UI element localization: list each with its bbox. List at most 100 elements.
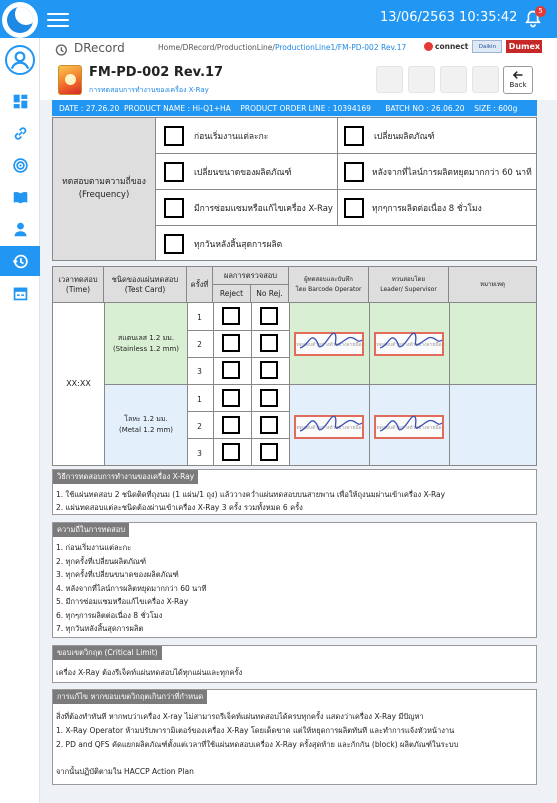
- page-subtitle: การทดสอบการทำงานของเครื่อง X-Ray: [89, 86, 209, 94]
- top-bar: 13/06/2563 10:35:42 5: [0, 0, 557, 38]
- frequency-option: ทุกวันหลังสิ้นสุดการผลิต: [194, 240, 283, 250]
- frequency-checkbox[interactable]: [164, 234, 184, 254]
- frequency-label: ทดสอบตามความถี่ของ (Frequency): [53, 118, 156, 260]
- results-table: เวลาทดสอบ (Time) ชนิดของแผ่นทดสอบ (Test Ca…: [52, 266, 537, 466]
- calendar-icon[interactable]: [0, 278, 40, 308]
- frequency-detail-section: ความถี่ในการทดสอบ 1. ก่อนเริ่มงานแต่ละกะ…: [52, 522, 537, 638]
- method-line: 2. แผ่นทดสอบแต่ละชนิดต้องผ่านเข้าเครื่อง…: [56, 503, 303, 512]
- reviewer-signature: ทดสอบตัวอย่างตัวอย่างลายมือ: [374, 332, 444, 356]
- hamburger-icon[interactable]: [47, 9, 69, 29]
- link-icon[interactable]: [0, 118, 40, 148]
- back-label: Back: [509, 81, 527, 89]
- reject-checkbox[interactable]: [222, 389, 240, 407]
- test-card-metal: โลหะ 1.2 มม. (Metal 1.2 mm): [118, 415, 173, 434]
- page-header: DRecord Home/DRecord/ProductionLine/Prod…: [40, 38, 557, 100]
- target-icon[interactable]: [0, 150, 40, 180]
- remark-header: หมายเหตุ: [449, 267, 536, 302]
- user-icon[interactable]: [0, 214, 40, 244]
- edit-button[interactable]: [408, 66, 435, 93]
- partner-logos: connect Daikin Dumex: [424, 40, 543, 53]
- reject-checkbox[interactable]: [222, 443, 240, 461]
- avatar[interactable]: [5, 45, 35, 75]
- frequency-checkbox[interactable]: [164, 161, 184, 182]
- frequency-row: มีการซ่อมแซมหรือแก้ไขเครื่อง X-Ray ทุกๆก…: [156, 190, 536, 226]
- frequency-detail-line: 1. ก่อนเริ่มงานแต่ละกะ: [56, 543, 132, 552]
- reject-checkbox[interactable]: [222, 361, 240, 379]
- reject-checkbox[interactable]: [222, 307, 240, 325]
- reject-checkbox[interactable]: [222, 334, 240, 352]
- order-line-label: PRODUCT ORDER LINE :: [240, 103, 331, 113]
- frequency-detail-line: 2. ทุกครั้งที่เปลี่ยนผลิตภัณฑ์: [56, 557, 147, 566]
- batch-label: BATCH NO :: [385, 103, 429, 113]
- frequency-detail-line: 4. หลังจากที่ไลน์การผลิตหยุดมากกว่า 60 น…: [56, 584, 207, 593]
- correction-title: การแก้ไข หากขอบเขตวิกฤตเกินกว่าที่กำหนด: [53, 690, 208, 704]
- info-bar: DATE : 27.26.20 PRODUCT NAME : Hi-Q1+HA …: [52, 100, 537, 116]
- size-value: 600g: [498, 103, 518, 113]
- breadcrumb: Home/DRecord/ProductionLine/ProductionLi…: [158, 43, 406, 52]
- sidebar: [0, 38, 40, 803]
- frequency-option: เปลี่ยนขนาดของผลิตภัณฑ์: [194, 167, 292, 178]
- round-number: 3: [197, 449, 202, 458]
- no-reject-checkbox[interactable]: [260, 361, 278, 379]
- connect-logo: connect: [424, 42, 468, 51]
- frequency-option: เปลี่ยนผลิตภัณฑ์: [374, 131, 435, 142]
- no-reject-checkbox[interactable]: [260, 443, 278, 461]
- frequency-option: ทุกๆการผลิตต่อเนื่อง 8 ชั่วโมง: [372, 203, 482, 214]
- frequency-detail-title: ความถี่ในการทดสอบ: [53, 523, 130, 537]
- back-arrow-icon: [512, 71, 523, 79]
- date-value: 27.26.20: [85, 103, 120, 113]
- frequency-row: เปลี่ยนขนาดของผลิตภัณฑ์ หลังจากที่ไลน์กา…: [156, 154, 536, 190]
- no-reject-checkbox[interactable]: [260, 334, 278, 352]
- frequency-row: ก่อนเริ่มงานแต่ละกะ เปลี่ยนผลิตภัณฑ์: [156, 118, 536, 154]
- frequency-checkbox[interactable]: [164, 197, 184, 218]
- round-number: 3: [197, 367, 202, 376]
- frequency-row: ทุกวันหลังสิ้นสุดการผลิต: [156, 226, 536, 262]
- correction-line: จากนั้นปฏิบัติตามใน HACCP Action Plan: [56, 767, 194, 776]
- no-reject-checkbox[interactable]: [260, 416, 278, 434]
- critical-limit-title: ขอบเขตวิกฤต (Critical Limit): [53, 646, 162, 660]
- frequency-block: ทดสอบตามความถี่ของ (Frequency) ก่อนเริ่มง…: [52, 117, 537, 261]
- correction-line: 2. PD and QFS คัดแยกผลิตภัณฑ์ตั้งแต่เวลา…: [56, 740, 459, 749]
- batch-value: 26.06.20: [431, 103, 465, 113]
- app-logo-icon[interactable]: [2, 2, 38, 38]
- size-label: SIZE :: [474, 103, 496, 113]
- notification-badge: 5: [535, 6, 546, 17]
- no-reject-checkbox[interactable]: [260, 307, 278, 325]
- round-number: 2: [197, 340, 202, 349]
- correction-section: การแก้ไข หากขอบเขตวิกฤตเกินกว่าที่กำหนด …: [52, 689, 537, 785]
- frequency-checkbox[interactable]: [344, 125, 364, 146]
- page-title: FM-PD-002 Rev.17: [89, 65, 224, 80]
- frequency-detail-line: 7. ทุกวันหลังสิ้นสุดการผลิต: [56, 624, 144, 633]
- history-nav-icon[interactable]: [0, 246, 40, 276]
- round-header: ครั้งที่: [187, 267, 213, 302]
- frequency-checkbox[interactable]: [164, 125, 184, 146]
- history-icon: [55, 44, 67, 56]
- dashboard-icon[interactable]: [0, 86, 40, 116]
- date-label: DATE :: [59, 103, 84, 113]
- test-card-stainless: สแตนเลส 1.2 มม. (Stainless 1.2 mm): [112, 334, 180, 353]
- frequency-option: มีการซ่อมแซมหรือแก้ไขเครื่อง X-Ray: [194, 203, 333, 214]
- frequency-label-th: ทดสอบตามความถี่ของ: [62, 177, 146, 187]
- frequency-option: หลังจากที่ไลน์การผลิตหยุดมากกว่า 60 นาที: [372, 167, 532, 178]
- frequency-option: ก่อนเริ่มงานแต่ละกะ: [194, 131, 269, 142]
- frequency-checkbox[interactable]: [344, 161, 364, 182]
- reject-checkbox[interactable]: [222, 416, 240, 434]
- operator-signature: ทดสอบตัวอย่างตัวอย่างลายมือ: [294, 415, 364, 439]
- round-number: 1: [197, 313, 202, 322]
- critical-limit-section: ขอบเขตวิกฤต (Critical Limit) เครื่อง X-R…: [52, 645, 537, 683]
- test-card-header: ชนิดของแผ่นทดสอบ (Test Card): [104, 267, 187, 302]
- print-button[interactable]: [376, 66, 403, 93]
- book-icon[interactable]: [0, 182, 40, 212]
- no-reject-header: No Rej.: [251, 285, 289, 302]
- reviewer-signature: ทดสอบตัวอย่างตัวอย่างลายมือ: [374, 415, 444, 439]
- no-reject-checkbox[interactable]: [260, 389, 278, 407]
- product-thumbnail: [58, 65, 82, 95]
- delete-button[interactable]: [440, 66, 467, 93]
- back-button[interactable]: Back: [503, 66, 533, 94]
- round-number: 1: [197, 395, 202, 404]
- frequency-checkbox[interactable]: [344, 197, 364, 218]
- method-section: วิธีการทดสอบการทำงานของเครื่อง X-Ray 1. …: [52, 469, 537, 515]
- export-button[interactable]: [472, 66, 499, 93]
- frequency-detail-line: 3. ทุกครั้งที่เปลี่ยนขนาดของผลิตภัณฑ์: [56, 570, 179, 579]
- breadcrumb-path[interactable]: Home/DRecord/ProductionLine/: [158, 43, 275, 52]
